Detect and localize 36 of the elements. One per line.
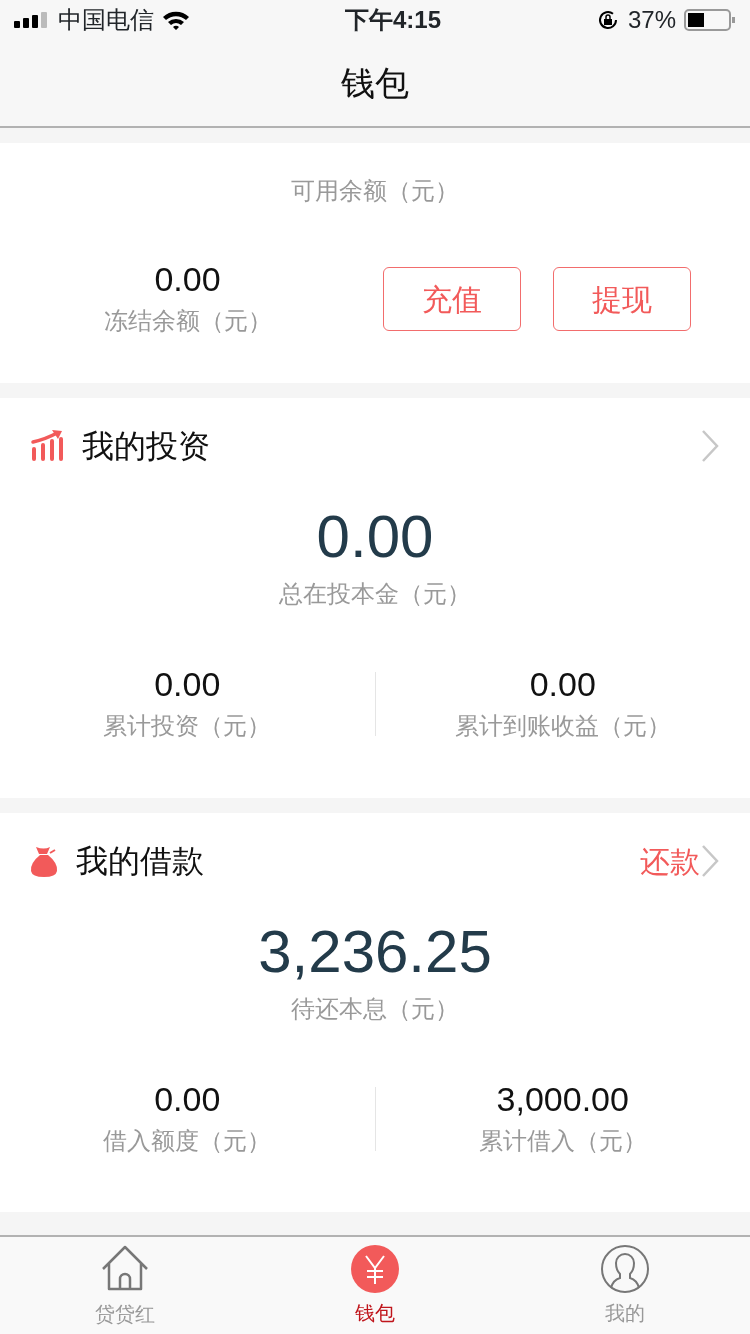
page-title: 钱包 <box>341 62 409 104</box>
section-title: 我的投资 <box>82 427 210 466</box>
tab-item[interactable]: 贷贷红 <box>0 1237 250 1334</box>
stat-value: 0.00 <box>529 665 596 703</box>
battery-percent: 37% <box>627 5 676 35</box>
status-time: 下午4:15 <box>344 5 441 35</box>
signal-icon <box>14 12 50 28</box>
section-title: 我的借款 <box>76 842 204 881</box>
balance-label: 可用余额（元） <box>291 177 459 204</box>
chevron-right-icon <box>700 429 720 463</box>
stat-label: 累计到账收益（元） <box>454 712 671 739</box>
frozen-amount: 0.00 <box>154 260 221 298</box>
tab-item[interactable]: 钱包 <box>250 1237 500 1334</box>
main-amount-label: 总在投本金（元） <box>279 580 471 607</box>
stat-label: 借入额度（元） <box>103 1127 272 1154</box>
battery-icon <box>684 8 736 32</box>
chevron-right-icon <box>700 844 720 878</box>
wifi-icon <box>162 10 190 30</box>
main-amount: 0.00 <box>316 503 434 570</box>
tab-item[interactable]: 我的 <box>500 1237 750 1334</box>
stat-label: 累计借入（元） <box>478 1127 647 1154</box>
chart-icon <box>30 429 64 463</box>
recharge-button[interactable]: 充值 <box>383 267 521 331</box>
stat-value: 0.00 <box>154 1080 221 1118</box>
yen-icon <box>350 1243 400 1294</box>
carrier-name: 中国电信 <box>58 5 154 35</box>
main-amount-label: 待还本息（元） <box>291 995 459 1022</box>
stat-value: 3,000.00 <box>496 1080 629 1118</box>
stat-value: 0.00 <box>154 665 221 703</box>
repay-link[interactable]: 还款 <box>640 838 700 884</box>
withdraw-button[interactable]: 提现 <box>553 267 691 331</box>
stat-label: 累计投资（元） <box>103 712 272 739</box>
frozen-label: 冻结余额（元） <box>103 307 272 334</box>
person-icon <box>600 1243 650 1294</box>
money-bag-icon <box>30 845 58 877</box>
main-amount: 3,236.25 <box>258 918 492 985</box>
